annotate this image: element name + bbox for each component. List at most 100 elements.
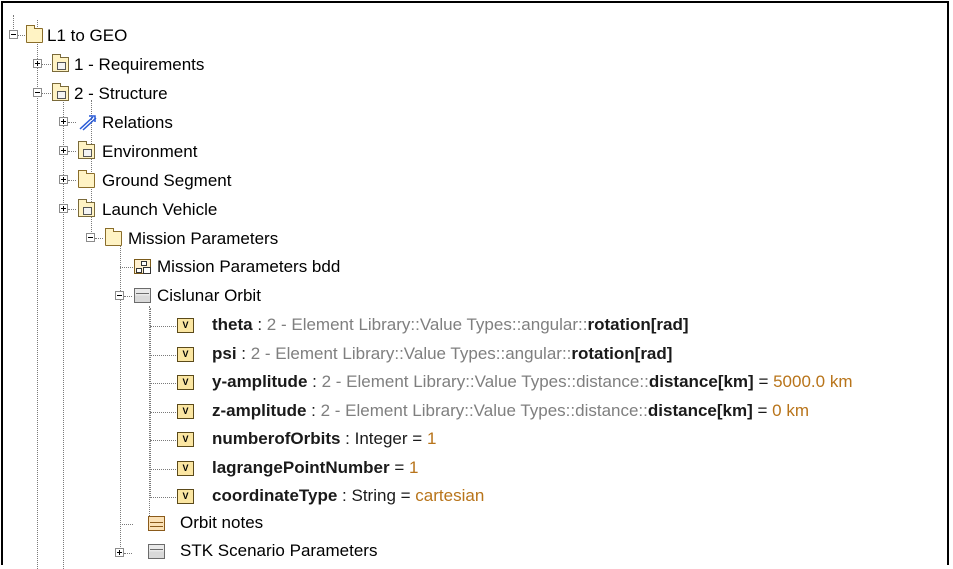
tree-guide: [95, 238, 103, 239]
expand-toggle[interactable]: [115, 548, 124, 557]
tree-item-requirements[interactable]: 1 - Requirements: [74, 55, 204, 75]
expand-toggle[interactable]: [59, 204, 68, 213]
tree-item-ground-segment[interactable]: Ground Segment: [102, 171, 231, 191]
value-property-icon: V: [177, 461, 194, 476]
property-name: psi: [212, 344, 237, 363]
tree-guide: [120, 524, 133, 525]
tree-guide: [150, 412, 176, 413]
tree-item-orbit-notes[interactable]: Orbit notes: [180, 513, 263, 533]
property-row[interactable]: y-amplitude : 2 - Element Library::Value…: [212, 372, 852, 392]
property-row[interactable]: theta : 2 - Element Library::Value Types…: [212, 315, 689, 335]
tree-item-structure[interactable]: 2 - Structure: [74, 84, 168, 104]
tree-guide: [150, 326, 176, 327]
value-property-icon: V: [177, 404, 194, 419]
tree-item-cislunar-orbit[interactable]: Cislunar Orbit: [157, 286, 261, 306]
property-name: theta: [212, 315, 253, 334]
tree-item-root[interactable]: L1 to GEO: [47, 26, 127, 46]
package-icon: [52, 54, 69, 72]
property-name: z-amplitude: [212, 401, 307, 420]
package-icon: [52, 83, 69, 101]
tree-guide: [68, 151, 76, 152]
collapse-toggle[interactable]: [115, 291, 124, 300]
value-property-icon: V: [177, 318, 194, 333]
property-value: cartesian: [415, 486, 485, 505]
containment-tree[interactable]: L1 to GEO 1 - Requirements 2 - Structure…: [0, 0, 953, 569]
tree-item-mission-parameters-bdd[interactable]: Mission Parameters bdd: [157, 257, 340, 277]
property-row[interactable]: z-amplitude : 2 - Element Library::Value…: [212, 401, 809, 421]
property-type-path: 2 - Element Library::Value Types::distan…: [321, 372, 649, 391]
property-row[interactable]: lagrangePointNumber = 1: [212, 458, 418, 478]
bdd-diagram-icon: [134, 259, 151, 274]
value-property-icon: V: [177, 347, 194, 362]
tree-item-mission-parameters[interactable]: Mission Parameters: [128, 229, 278, 249]
property-equals: =: [753, 372, 774, 391]
property-type-path: 2 - Element Library::Value Types::angula…: [250, 344, 572, 363]
tree-guide: [42, 93, 51, 94]
property-value: 1: [408, 458, 419, 477]
property-separator: :: [252, 315, 267, 334]
property-name: lagrangePointNumber: [212, 458, 390, 477]
property-type: rotation[rad]: [571, 344, 673, 363]
property-type: distance[km]: [647, 401, 753, 420]
property-type-path: 2 - Element Library::Value Types::angula…: [266, 315, 588, 334]
tree-guide: [124, 296, 132, 297]
property-equals: =: [395, 486, 416, 505]
property-name: coordinateType: [212, 486, 338, 505]
property-value: 0 km: [772, 401, 809, 420]
collapse-toggle[interactable]: [9, 30, 18, 39]
tree-guide: [124, 553, 132, 554]
package-icon: [78, 141, 95, 159]
property-row[interactable]: coordinateType : String = cartesian: [212, 486, 484, 506]
property-equals: =: [389, 458, 409, 477]
relations-icon: [79, 115, 97, 131]
tree-guide: [150, 440, 176, 441]
value-property-icon: V: [177, 489, 194, 504]
tree-guide: [68, 209, 76, 210]
tree-item-launch-vehicle[interactable]: Launch Vehicle: [102, 200, 217, 220]
property-separator: :: [306, 401, 321, 420]
tree-guide: [150, 497, 176, 498]
tree-guide: [42, 64, 51, 65]
expand-toggle[interactable]: [59, 117, 68, 126]
value-property-icon: V: [177, 432, 194, 447]
value-property-icon: V: [177, 375, 194, 390]
tree-guide: [150, 355, 176, 356]
tree-guide: [150, 383, 176, 384]
tree-guide: [68, 180, 76, 181]
property-separator: :: [340, 429, 355, 448]
property-name: numberofOrbits: [212, 429, 341, 448]
block-icon: [134, 288, 151, 303]
expand-toggle[interactable]: [33, 59, 42, 68]
collapse-toggle[interactable]: [33, 88, 42, 97]
property-row[interactable]: psi : 2 - Element Library::Value Types::…: [212, 344, 672, 364]
tree-guide: [120, 267, 133, 268]
tree-item-environment[interactable]: Environment: [102, 142, 197, 162]
folder-icon: [78, 170, 95, 188]
property-separator: :: [236, 344, 251, 363]
folder-icon: [26, 25, 43, 43]
tree-guide: [150, 469, 176, 470]
property-equals: =: [752, 401, 773, 420]
tree-guide: [37, 20, 38, 569]
folder-icon: [105, 228, 122, 246]
property-value: 5000.0 km: [773, 372, 853, 391]
property-type: rotation[rad]: [587, 315, 689, 334]
tree-item-relations[interactable]: Relations: [102, 113, 173, 133]
note-icon: [148, 516, 165, 531]
property-row[interactable]: numberofOrbits : Integer = 1: [212, 429, 436, 449]
property-separator: :: [307, 372, 322, 391]
expand-toggle[interactable]: [59, 146, 68, 155]
property-type: Integer: [354, 429, 408, 448]
tree-guide: [63, 100, 64, 569]
property-type: distance[km]: [648, 372, 754, 391]
tree-item-stk-scenario-parameters[interactable]: STK Scenario Parameters: [180, 541, 377, 561]
property-type: String: [351, 486, 396, 505]
block-icon: [148, 544, 165, 559]
collapse-toggle[interactable]: [86, 233, 95, 242]
property-separator: :: [337, 486, 352, 505]
property-value: 1: [426, 429, 437, 448]
expand-toggle[interactable]: [59, 175, 68, 184]
property-type-path: 2 - Element Library::Value Types::distan…: [320, 401, 648, 420]
property-name: y-amplitude: [212, 372, 308, 391]
property-equals: =: [407, 429, 427, 448]
